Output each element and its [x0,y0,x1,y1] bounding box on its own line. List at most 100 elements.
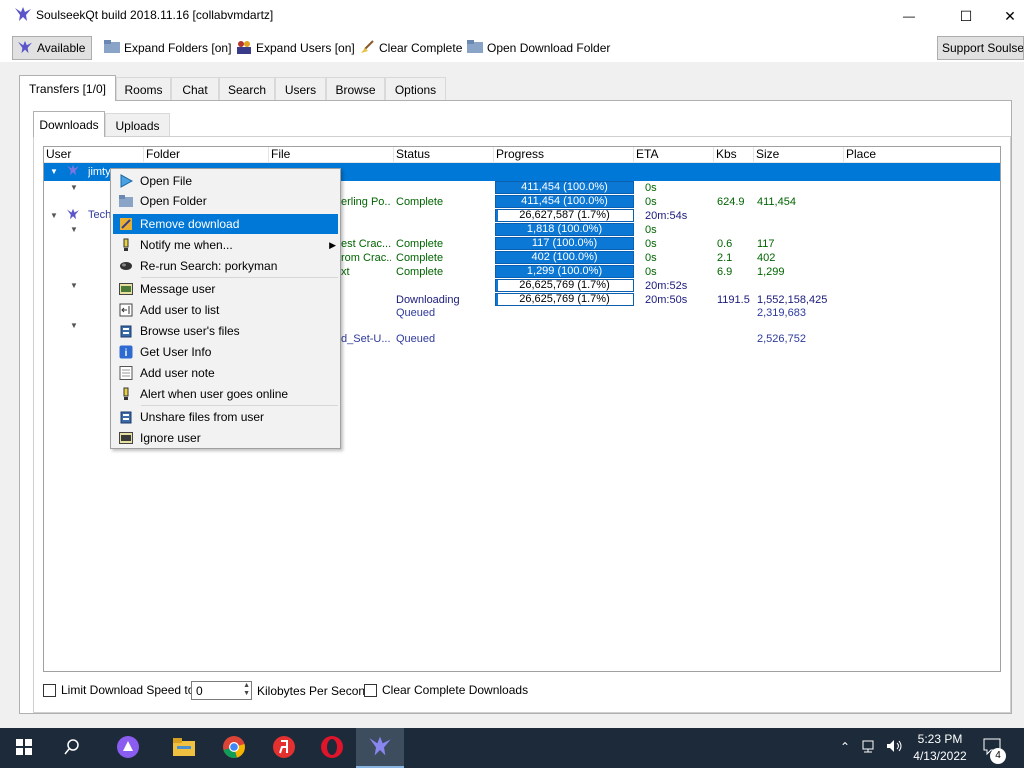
progress-bar: 402 (100.0%) [495,251,634,264]
menu-item-message-user[interactable]: Message user [113,279,338,299]
taskbar-search-button[interactable] [48,728,96,768]
clear-complete-downloads-checkbox[interactable]: Clear Complete Downloads [364,683,528,697]
tab-downloads[interactable]: Downloads [33,111,105,137]
collapse-arrow-icon[interactable]: ▼ [70,225,78,234]
menu-item-browse-files[interactable]: Browse user's files [113,321,338,341]
network-icon[interactable] [862,739,878,756]
menu-item-add-user[interactable]: Add user to list [113,300,338,320]
progress-text: 26,627,587 (1.7%) [519,209,610,221]
column-place[interactable]: Place [844,147,1000,163]
menu-item-rerun-search[interactable]: Re-run Search: porkyman [113,256,338,276]
status-cell: Queued [396,307,436,319]
maximize-button[interactable]: ☐ [943,0,989,32]
minimize-button[interactable]: — [886,0,932,32]
start-button[interactable] [0,728,48,768]
clock-time[interactable]: 5:23 PM [908,732,972,746]
user-name: Tech [88,209,110,221]
menu-label: Notify me when... [140,238,233,252]
collapse-arrow-icon[interactable]: ▼ [50,211,58,220]
tab-search[interactable]: Search [219,77,275,101]
soulseek-bird-icon [368,735,392,760]
progress-bar: 26,625,769 (1.7%) [495,279,634,292]
taskbar-yandex-button[interactable] [260,728,308,768]
menu-item-open-folder[interactable]: Open Folder [113,191,338,211]
progress-text: 411,454 (100.0%) [521,181,608,193]
eta-cell: 0s [645,182,657,194]
menu-label: Get User Info [140,345,212,359]
user-name: jimtyl... [88,166,110,178]
eta-cell: 20m:52s [645,280,688,292]
column-progress[interactable]: Progress [494,147,634,163]
toolbar: Available Expand Folders [on] Expand Use… [0,32,1024,62]
alert-icon [119,387,133,401]
clock-date[interactable]: 4/13/2022 [908,749,972,763]
speed-spinbox[interactable]: 0 ▲ ▼ [191,681,252,700]
limit-speed-check[interactable] [43,683,56,697]
users-icon [236,40,252,57]
column-eta[interactable]: ETA [634,147,714,163]
taskbar-chrome-button[interactable] [210,728,258,768]
menu-item-open-file[interactable]: Open File [113,171,338,191]
user-bird-icon [66,208,80,223]
clear-complete-button[interactable]: Clear Complete [355,36,466,60]
ignore-icon [119,431,133,445]
open-download-folder-button[interactable]: Open Download Folder [463,36,614,60]
menu-item-alert-online[interactable]: Alert when user goes online [113,384,338,404]
expand-users-button[interactable]: Expand Users [on] [232,36,359,60]
tab-chat[interactable]: Chat [171,77,219,101]
collapse-arrow-icon[interactable]: ▼ [70,183,78,192]
unshare-icon [119,410,133,424]
limit-speed-checkbox[interactable]: Limit Download Speed to [43,683,194,697]
support-soulseek-button[interactable]: Support Soulseek [937,36,1024,60]
menu-item-add-note[interactable]: Add user note [113,363,338,383]
column-status[interactable]: Status [394,147,494,163]
kbs-cell: 6.9 [717,266,733,278]
collapse-arrow-icon[interactable]: ▼ [70,281,78,290]
svg-text:i: i [125,348,128,359]
menu-item-remove-download[interactable]: Remove download [113,214,338,234]
clear-complete-check[interactable] [364,683,377,697]
size-cell: 2,526,752 [757,333,806,345]
size-cell: 117 [757,238,775,250]
progress-text: 26,625,769 (1.7%) [519,279,610,291]
tab-label: Options [394,82,437,97]
menu-item-notify-me[interactable]: Notify me when... ▶ [113,235,338,255]
menu-item-ignore-user[interactable]: Ignore user [113,428,338,448]
column-size[interactable]: Size [754,147,844,163]
tab-options[interactable]: Options [385,77,446,101]
taskbar-soulseek-button[interactable] [356,728,404,768]
tab-users[interactable]: Users [275,77,326,101]
available-button[interactable]: Available [12,36,92,60]
chevron-up-icon[interactable]: ⌃ [840,740,850,754]
menu-label: Add user note [140,366,215,380]
column-kbs[interactable]: Kbs [714,147,754,163]
tab-transfers[interactable]: Transfers [1/0] [19,75,116,101]
speed-value[interactable]: 0 [196,684,203,698]
search-glasses-icon [119,259,133,273]
spin-arrows-icon[interactable]: ▲ ▼ [243,682,250,698]
taskbar-alice-button[interactable] [104,728,152,768]
menu-item-get-user-info[interactable]: i Get User Info [113,342,338,362]
column-file[interactable]: File [269,147,394,163]
tab-browse[interactable]: Browse [326,77,385,101]
volume-icon[interactable] [886,739,904,756]
collapse-arrow-icon[interactable]: ▼ [70,321,78,330]
kbs-cell: 0.6 [717,238,733,250]
column-folder[interactable]: Folder [144,147,269,163]
taskbar-explorer-button[interactable] [160,728,208,768]
progress-bar: 117 (100.0%) [495,237,634,250]
menu-item-unshare[interactable]: Unshare files from user [113,407,338,427]
remove-download-icon [119,217,133,231]
close-button[interactable]: ✕ [987,0,1024,32]
minimize-icon: — [903,9,915,23]
column-user[interactable]: User [44,147,144,163]
progress-text: 1,299 (100.0%) [526,265,603,277]
progress-bar: 1,818 (100.0%) [495,223,634,236]
folder-icon [104,40,120,56]
tab-rooms[interactable]: Rooms [116,77,171,101]
collapse-arrow-icon[interactable]: ▼ [50,167,58,176]
taskbar-opera-button[interactable] [308,728,356,768]
file-cell: d_Set-U... [341,333,391,345]
expand-folders-button[interactable]: Expand Folders [on] [100,36,235,60]
tab-uploads[interactable]: Uploads [105,113,170,137]
